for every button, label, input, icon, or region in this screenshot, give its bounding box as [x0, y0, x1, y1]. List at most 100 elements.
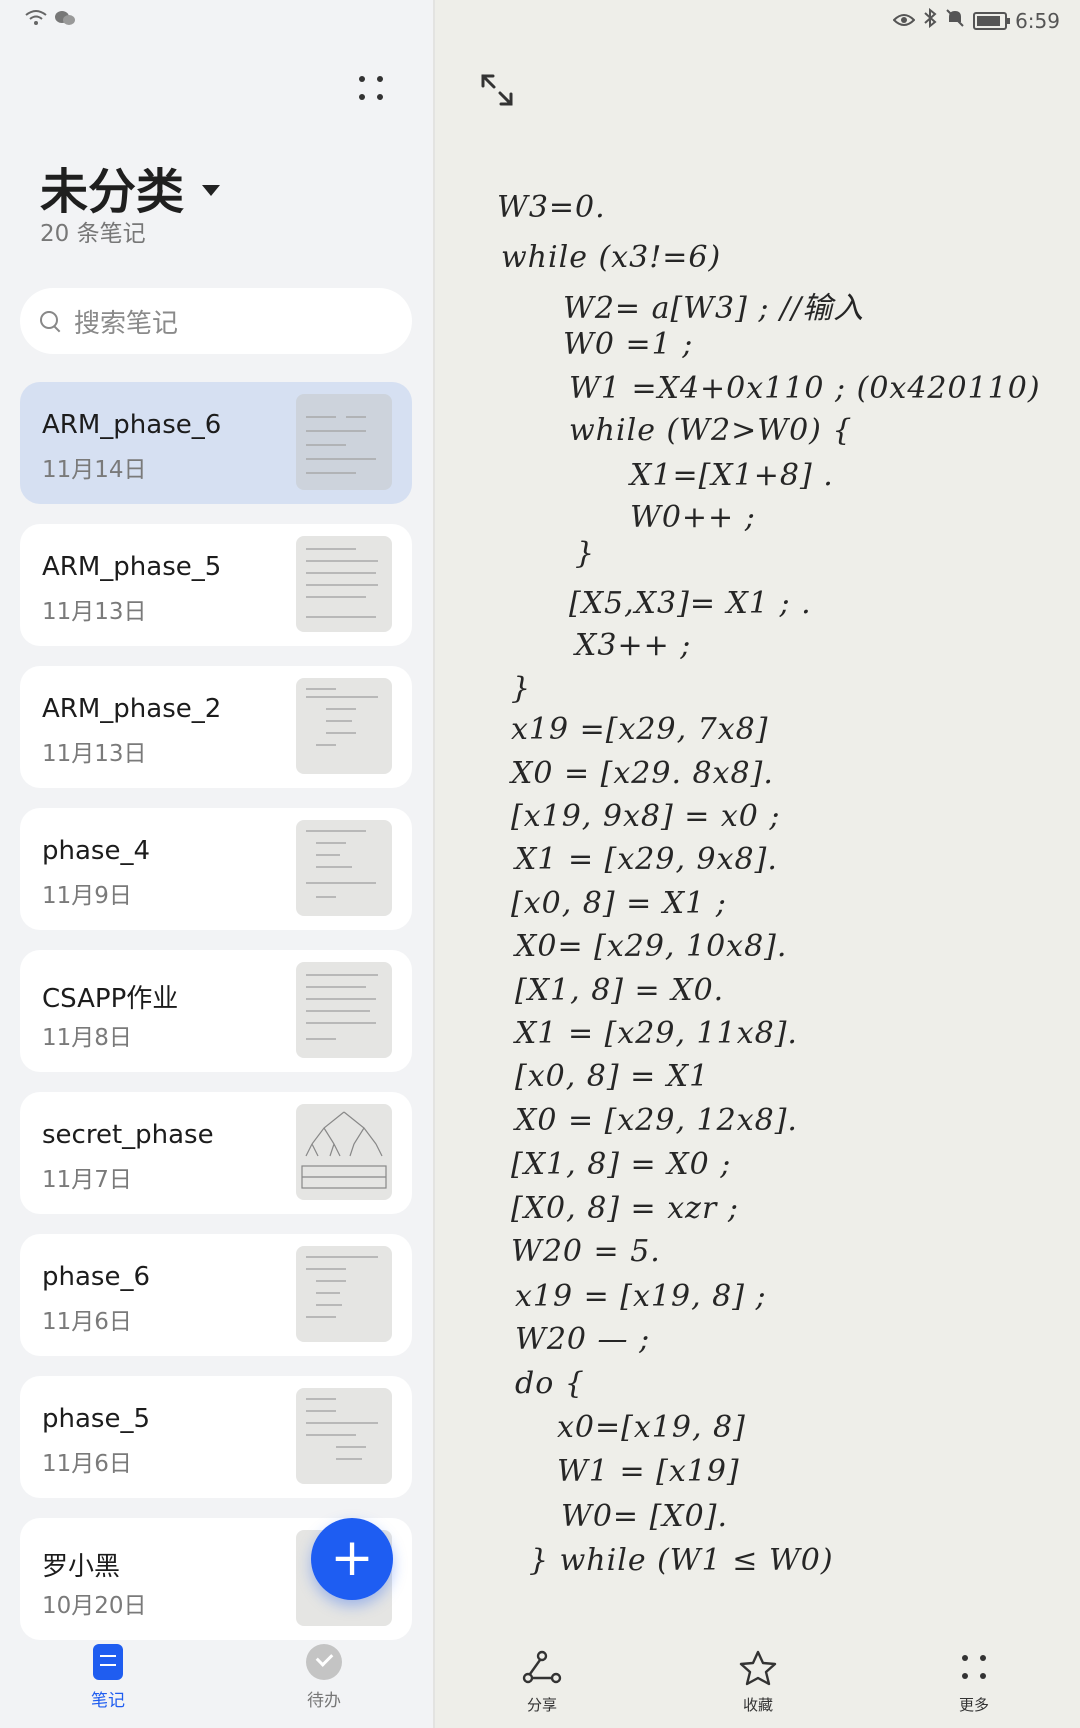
note-date: 11月9日 [42, 883, 132, 909]
tab-todo[interactable]: 待办 [279, 1644, 369, 1711]
note-line: W0 =1 ; [563, 327, 694, 362]
note-item[interactable]: phase_5 11月6日 [20, 1376, 412, 1498]
more-button[interactable]: 更多 [934, 1650, 1014, 1715]
note-line: x19 =[x29, 7x8] [511, 712, 769, 747]
note-thumbnail [296, 1246, 392, 1342]
note-line: while (W2>W0) { [569, 413, 853, 448]
note-line: [X0, 8] = xzr ; [511, 1191, 739, 1226]
note-line: W1 = [x19] [557, 1454, 740, 1489]
tab-todo-label: 待办 [307, 1691, 341, 1711]
wifi-icon [24, 8, 48, 34]
notes-icon [93, 1644, 123, 1680]
note-line: W1 =X4+0x110 ; (0x420110) [569, 371, 1041, 406]
note-thumbnail [296, 536, 392, 632]
note-date: 10月20日 [42, 1593, 147, 1619]
note-line: x0=[x19, 8] [557, 1410, 746, 1445]
note-item[interactable]: CSAPP作业 11月8日 [20, 950, 412, 1072]
caret-down-icon [202, 184, 221, 196]
note-title: ARM_phase_5 [42, 552, 222, 582]
note-line: X3++ ; [575, 628, 692, 663]
note-title: 罗小黑 [42, 1552, 121, 1582]
folder-name: 未分类 [40, 164, 185, 220]
search-bar[interactable]: 搜索笔记 [20, 288, 412, 354]
bottom-nav: 笔记 待办 [0, 1644, 433, 1728]
note-date: 11月8日 [42, 1025, 132, 1051]
folder-selector[interactable]: 未分类 [40, 152, 221, 222]
note-line: W0++ ; [630, 500, 756, 535]
favorite-button[interactable]: 收藏 [718, 1650, 798, 1715]
note-item[interactable]: ARM_phase_2 11月13日 [20, 666, 412, 788]
more-label: 更多 [958, 1696, 989, 1714]
search-icon [40, 311, 60, 331]
note-line: X0 = [x29, 12x8]. [515, 1103, 798, 1138]
note-thumbnail [296, 962, 392, 1058]
note-list: ARM_phase_6 11月14日 ARM_phase_5 11月13日 AR… [20, 382, 412, 1660]
tab-notes[interactable]: 笔记 [63, 1644, 153, 1711]
note-date: 11月13日 [42, 599, 147, 625]
note-title: CSAPP作业 [42, 984, 179, 1014]
note-title: ARM_phase_6 [42, 410, 222, 440]
note-line: do { [515, 1366, 585, 1401]
note-line: X0= [x29, 10x8]. [515, 929, 788, 964]
note-thumbnail [296, 1388, 392, 1484]
grid-view-icon[interactable] [357, 74, 385, 102]
note-count: 20 条笔记 [40, 221, 146, 247]
note-thumbnail [296, 394, 392, 490]
status-icons-left [24, 8, 76, 34]
note-list-pane: 未分类 20 条笔记 搜索笔记 ARM_phase_6 11月14日 ARM_p… [0, 0, 433, 1728]
note-line: X1 = [x29, 9x8]. [515, 842, 778, 877]
share-icon [522, 1650, 562, 1684]
favorite-label: 收藏 [742, 1696, 773, 1714]
note-title: phase_4 [42, 836, 150, 866]
note-line: X0 = [x29. 8x8]. [511, 756, 774, 791]
note-line: [x19, 9x8] = x0 ; [511, 799, 781, 834]
note-date: 11月6日 [42, 1309, 132, 1335]
note-title: phase_5 [42, 1404, 150, 1434]
note-date: 11月7日 [42, 1167, 132, 1193]
note-line: x19 = [x19, 8] ; [515, 1279, 767, 1314]
note-date: 11月6日 [42, 1451, 132, 1477]
note-line: W20 = 5. [511, 1234, 661, 1269]
note-title: ARM_phase_2 [42, 694, 222, 724]
note-item[interactable]: secret_phase 11月7日 [20, 1092, 412, 1214]
handwritten-note[interactable]: W3=0. while (x3!=6) W2= a[W3] ; //输入 W0 … [435, 0, 1080, 1640]
note-item[interactable]: phase_4 11月9日 [20, 808, 412, 930]
note-line: while (x3!=6) [501, 240, 722, 275]
note-line: [X5,X3]= X1 ; . [569, 586, 812, 621]
note-line: [x0, 8] = X1 ; [511, 886, 727, 921]
note-title: secret_phase [42, 1120, 214, 1150]
note-thumbnail [296, 678, 392, 774]
tab-notes-label: 笔记 [91, 1691, 125, 1711]
note-date: 11月13日 [42, 741, 147, 767]
note-detail-pane: 6:59 W3=0. while (x3!=6) W2= a[W3] ; //输… [435, 0, 1080, 1728]
share-label: 分享 [526, 1696, 557, 1714]
note-line: [x0, 8] = X1 [515, 1059, 710, 1094]
note-line: W2= a[W3] ; //输入 [563, 291, 865, 326]
add-note-button[interactable]: + [311, 1518, 393, 1600]
note-line: [X1, 8] = X0. [515, 973, 725, 1008]
note-line: [X1, 8] = X0 ; [511, 1147, 732, 1182]
star-icon [739, 1650, 777, 1686]
notes-app: 未分类 20 条笔记 搜索笔记 ARM_phase_6 11月14日 ARM_p… [0, 0, 1080, 1728]
note-line: W0= [X0]. [561, 1499, 728, 1534]
note-line: W20 — ; [515, 1322, 651, 1357]
chat-app-icon [54, 8, 76, 34]
note-item[interactable]: ARM_phase_6 11月14日 [20, 382, 412, 504]
note-title: phase_6 [42, 1262, 150, 1292]
note-line: W3=0. [497, 190, 606, 225]
note-thumbnail [296, 820, 392, 916]
note-thumbnail [296, 1104, 392, 1200]
search-placeholder: 搜索笔记 [74, 308, 179, 339]
note-line: } [575, 536, 596, 571]
share-button[interactable]: 分享 [502, 1650, 582, 1715]
todo-check-icon [306, 1644, 342, 1680]
note-line: X1 = [x29, 11x8]. [515, 1016, 798, 1051]
note-toolbar: 分享 收藏 更多 [435, 1650, 1080, 1728]
more-icon [962, 1655, 986, 1679]
note-item[interactable]: ARM_phase_5 11月13日 [20, 524, 412, 646]
note-date: 11月14日 [42, 457, 147, 483]
note-line: X1=[X1+8] . [630, 458, 834, 493]
note-line: } while (W1 ≤ W0) [529, 1543, 834, 1578]
note-item[interactable]: phase_6 11月6日 [20, 1234, 412, 1356]
note-line: } [511, 671, 532, 706]
